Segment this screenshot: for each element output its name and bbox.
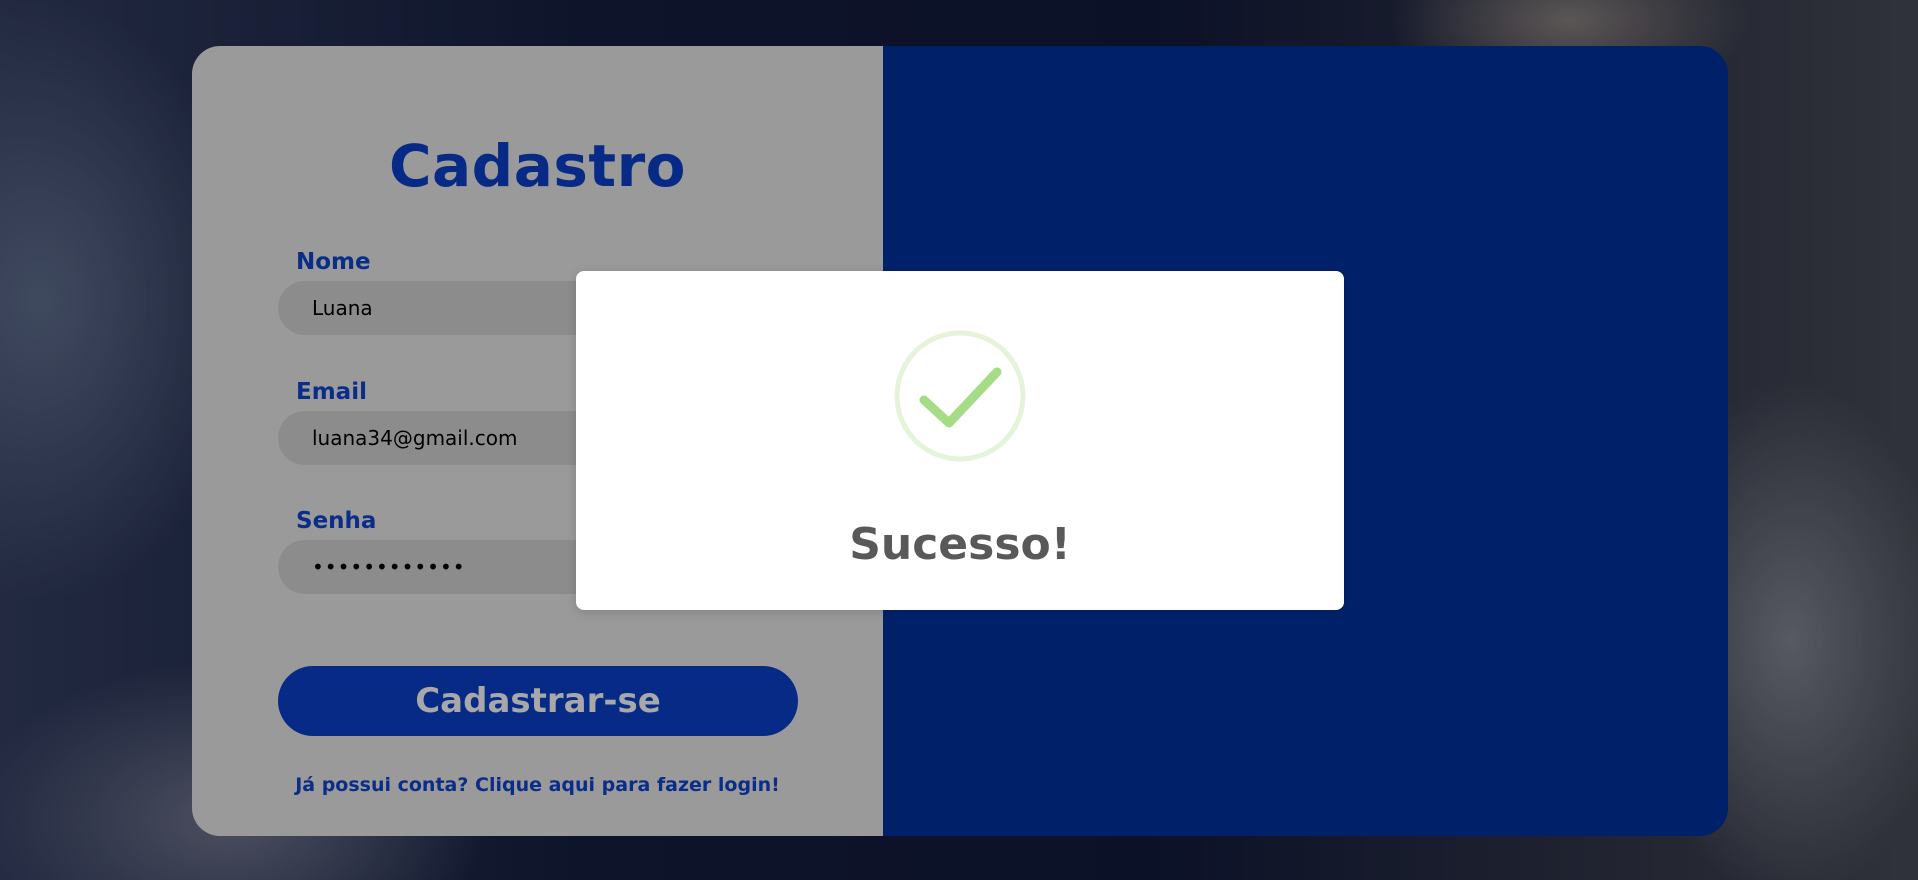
password-label: Senha [296,508,377,534]
email-label: Email [296,379,367,405]
login-link[interactable]: Já possui conta? Clique aqui para fazer … [192,774,883,796]
success-check-icon [894,330,1026,462]
name-label: Nome [296,249,371,275]
modal-title: Sucesso! [849,519,1071,570]
form-title: Cadastro [388,132,687,200]
register-button[interactable]: Cadastrar-se [278,666,798,736]
success-modal: Sucesso! [576,271,1344,610]
